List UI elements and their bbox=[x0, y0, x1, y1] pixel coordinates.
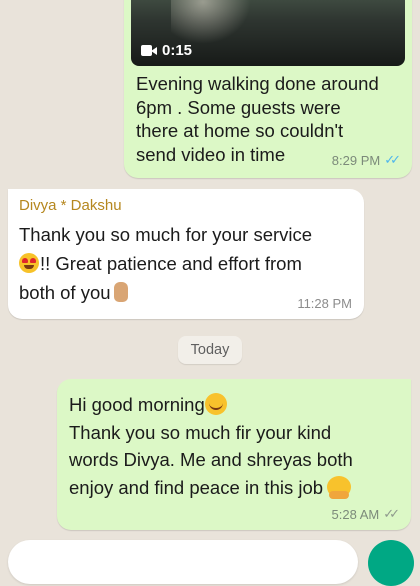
double-check-icon: ✓✓ bbox=[383, 506, 400, 521]
message-text: Hi good morning Thank you so much fir yo… bbox=[69, 391, 407, 501]
message-text: Thank you so much for your service !! Gr… bbox=[19, 220, 359, 307]
video-thumbnail[interactable]: 0:15 bbox=[131, 0, 405, 66]
hugging-face-emoji-icon bbox=[327, 475, 352, 499]
message-time: 11:28 PM bbox=[297, 296, 352, 311]
outgoing-video-message[interactable]: 0:15 Evening walking done around 6pm . S… bbox=[124, 0, 412, 178]
message-meta: 8:29 PM ✓✓ bbox=[331, 152, 401, 168]
message-line-text: Thank you so much fir your kind words Di… bbox=[69, 421, 353, 498]
message-line-text: !! Great patience and effort from bbox=[40, 253, 302, 274]
date-separator: Today bbox=[178, 336, 242, 364]
message-input[interactable] bbox=[8, 540, 358, 584]
video-duration-badge: 0:15 bbox=[141, 42, 192, 59]
smiling-face-emoji-icon bbox=[204, 393, 227, 415]
video-camera-icon bbox=[141, 45, 157, 56]
video-duration: 0:15 bbox=[162, 42, 193, 59]
video-frame-highlight bbox=[171, 0, 251, 44]
incoming-message[interactable]: Divya * Dakshu Thank you so much for you… bbox=[8, 189, 364, 319]
crossed-fingers-emoji-icon bbox=[113, 282, 128, 302]
message-line: Thank you so much for your service bbox=[19, 224, 313, 245]
sender-name: Divya * Dakshu bbox=[19, 197, 122, 214]
message-time: 8:29 PM bbox=[331, 152, 381, 168]
message-line-text: both of you bbox=[19, 282, 111, 303]
message-meta: 11:28 PM bbox=[297, 296, 352, 311]
message-line: !! Great patience and effort from bbox=[19, 249, 359, 278]
double-check-icon: ✓✓ bbox=[384, 152, 401, 167]
outgoing-message[interactable]: Hi good morning Thank you so much fir yo… bbox=[57, 379, 411, 530]
message-time: 5:28 AM bbox=[331, 506, 380, 522]
send-button[interactable] bbox=[368, 540, 414, 586]
heart-eyes-emoji-icon bbox=[19, 253, 39, 273]
message-line-text: Hi good morning bbox=[69, 394, 205, 415]
message-meta: 5:28 AM ✓✓ bbox=[332, 506, 400, 522]
